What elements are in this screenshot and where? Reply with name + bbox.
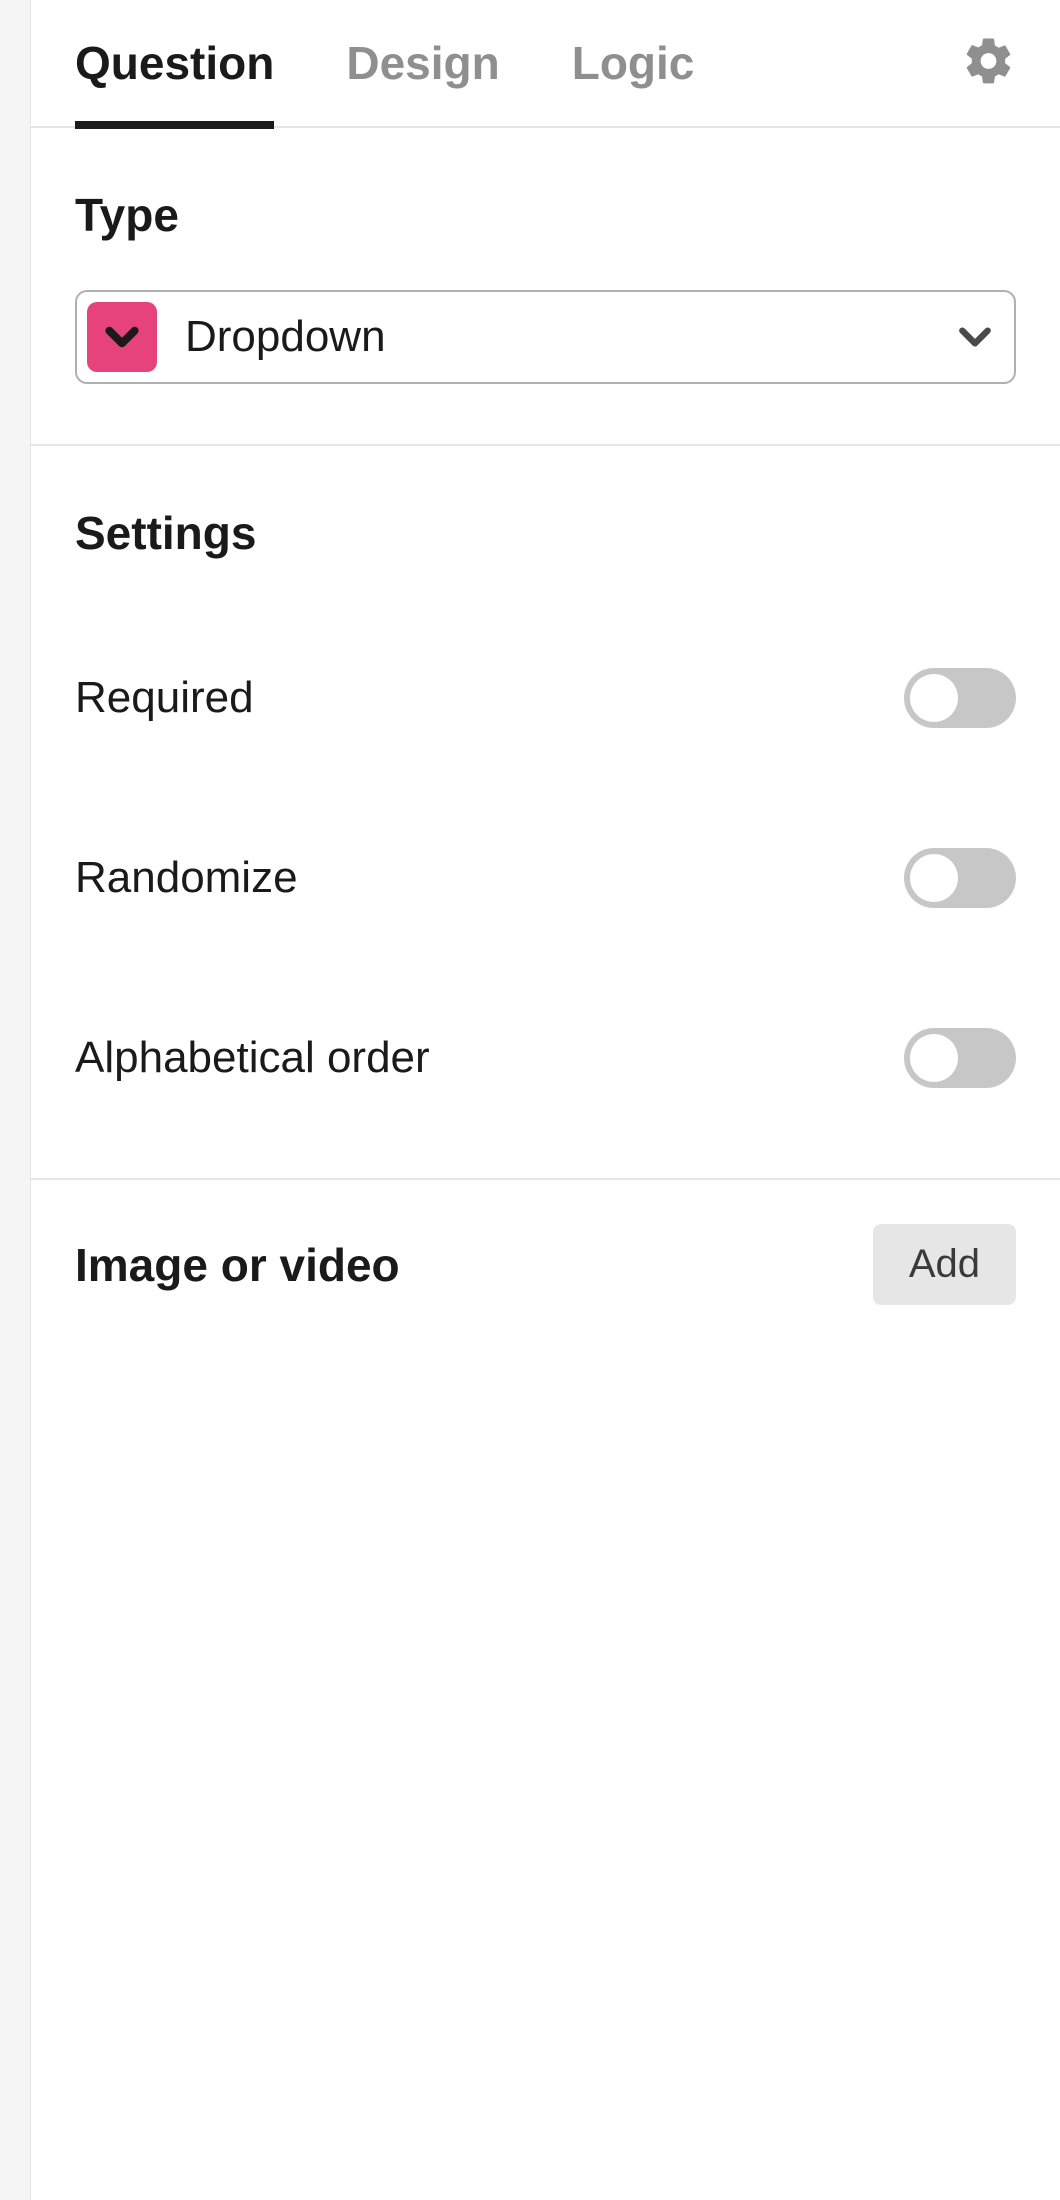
type-selected-label: Dropdown — [185, 312, 386, 362]
toggle-alphabetical-order[interactable] — [904, 1028, 1016, 1088]
settings-gear-button[interactable] — [962, 0, 1016, 127]
add-media-button[interactable]: Add — [873, 1224, 1016, 1305]
media-heading: Image or video — [75, 1238, 400, 1292]
toggle-knob — [910, 1034, 958, 1082]
setting-label: Randomize — [75, 853, 298, 903]
setting-row-required: Required — [75, 608, 1016, 788]
toggle-knob — [910, 674, 958, 722]
type-section: Type Dropdown — [31, 128, 1060, 446]
setting-label: Required — [75, 673, 254, 723]
tab-design[interactable]: Design — [346, 0, 499, 127]
tabs-bar: Question Design Logic — [31, 0, 1060, 128]
settings-heading: Settings — [75, 506, 1016, 560]
tab-logic[interactable]: Logic — [572, 0, 695, 127]
setting-row-alphabetical: Alphabetical order — [75, 968, 1016, 1148]
type-heading: Type — [75, 188, 1016, 242]
question-settings-panel: Question Design Logic Type Dropdown Sett — [30, 0, 1060, 2200]
tab-label: Logic — [572, 36, 695, 90]
dropdown-type-icon — [87, 302, 157, 372]
toggle-required[interactable] — [904, 668, 1016, 728]
tab-label: Design — [346, 36, 499, 90]
tab-question[interactable]: Question — [75, 0, 274, 127]
media-section: Image or video Add — [31, 1180, 1060, 1349]
chevron-down-icon — [956, 318, 994, 356]
toggle-knob — [910, 854, 958, 902]
setting-row-randomize: Randomize — [75, 788, 1016, 968]
toggle-randomize[interactable] — [904, 848, 1016, 908]
setting-label: Alphabetical order — [75, 1033, 430, 1083]
tab-label: Question — [75, 36, 274, 90]
question-type-select[interactable]: Dropdown — [75, 290, 1016, 384]
gear-icon — [962, 34, 1016, 93]
settings-section: Settings Required Randomize Alphabetical… — [31, 446, 1060, 1180]
